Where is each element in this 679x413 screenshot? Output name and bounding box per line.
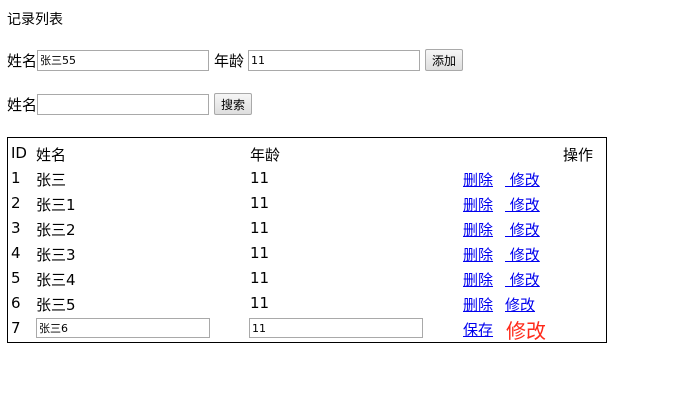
header-operation: 操作: [563, 146, 594, 164]
modify-link[interactable]: 修改: [505, 269, 540, 290]
delete-link[interactable]: 删除: [463, 244, 493, 265]
header-name: 姓名: [36, 146, 67, 164]
add-form: 姓名 年龄 添加: [7, 49, 464, 71]
row-id: 6: [11, 294, 21, 312]
row-age: 11: [250, 269, 270, 287]
row-name: 张三: [36, 171, 67, 189]
row-id: 7: [11, 319, 21, 337]
modify-link[interactable]: 修改: [505, 244, 540, 265]
table-row-editing: 7 保存 修改: [8, 315, 606, 344]
row-age: 11: [250, 244, 270, 262]
add-age-input[interactable]: [248, 49, 421, 71]
modify-link[interactable]: 修改: [505, 194, 540, 215]
row-age: 11: [250, 219, 270, 237]
add-button[interactable]: 添加: [425, 49, 464, 71]
row-name: 张三4: [36, 271, 76, 289]
delete-link[interactable]: 删除: [463, 294, 493, 315]
row-id: 2: [11, 194, 21, 212]
table-header-row: ID 姓名 年龄 操作: [8, 141, 606, 166]
header-age: 年龄: [250, 146, 281, 164]
row-name: 张三3: [36, 246, 76, 264]
table-row: 1 张三 11 删除 修改: [8, 166, 606, 191]
table-row: 3 张三2 11 删除 修改: [8, 216, 606, 241]
row-name: 张三1: [36, 196, 76, 214]
modify-link[interactable]: 修改: [505, 219, 540, 240]
row-age: 11: [250, 194, 270, 212]
row-name: 张三5: [36, 296, 76, 314]
delete-link[interactable]: 删除: [463, 269, 493, 290]
save-link[interactable]: 保存: [463, 319, 493, 340]
row-age: 11: [250, 294, 270, 312]
row-id: 4: [11, 244, 21, 262]
table-row: 2 张三1 11 删除 修改: [8, 191, 606, 216]
add-name-label: 姓名: [7, 51, 38, 70]
table-row: 4 张三3 11 删除 修改: [8, 241, 606, 266]
search-form: 姓名 搜索: [7, 93, 253, 115]
row-name: 张三2: [36, 221, 76, 239]
edit-age-input[interactable]: [249, 318, 423, 338]
search-name-label: 姓名: [7, 95, 38, 114]
row-id: 3: [11, 219, 21, 237]
search-name-input[interactable]: [37, 93, 210, 115]
search-button[interactable]: 搜索: [214, 93, 253, 115]
page: 记录列表 姓名 年龄 添加 姓名 搜索 ID 姓名 年龄 操作 1 张三 11 …: [0, 0, 679, 413]
row-id: 5: [11, 269, 21, 287]
add-name-input[interactable]: [37, 49, 210, 71]
row-id: 1: [11, 169, 21, 187]
edit-name-input[interactable]: [36, 318, 210, 338]
modify-link-highlighted[interactable]: 修改: [506, 315, 546, 344]
row-age: 11: [250, 169, 270, 187]
delete-link[interactable]: 删除: [463, 194, 493, 215]
delete-link[interactable]: 删除: [463, 219, 493, 240]
delete-link[interactable]: 删除: [463, 169, 493, 190]
modify-link[interactable]: 修改: [505, 294, 535, 315]
modify-link[interactable]: 修改: [505, 169, 540, 190]
header-id: ID: [11, 144, 27, 162]
records-table: ID 姓名 年龄 操作 1 张三 11 删除 修改 2 张三1 11 删除 修改…: [7, 137, 607, 343]
table-row: 6 张三5 11 删除 修改: [8, 291, 606, 316]
page-title: 记录列表: [7, 12, 63, 28]
table-row: 5 张三4 11 删除 修改: [8, 266, 606, 291]
add-age-label: 年龄: [214, 51, 245, 70]
